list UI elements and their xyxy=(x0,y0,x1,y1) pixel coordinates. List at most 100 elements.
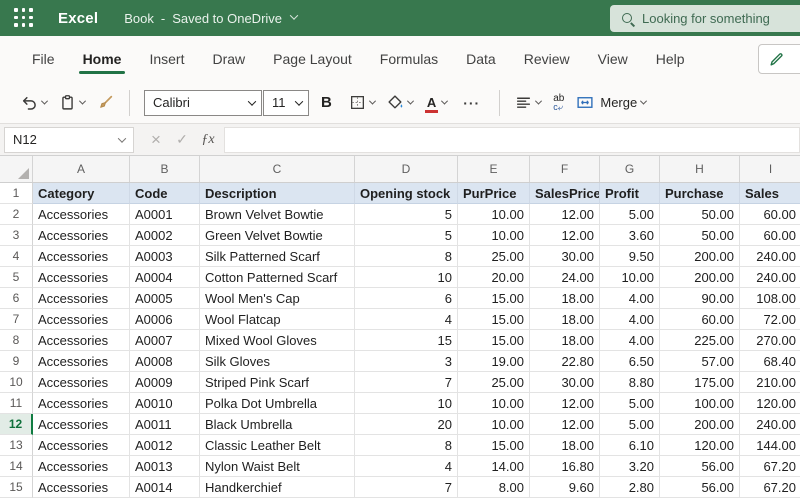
bold-button[interactable]: B xyxy=(311,90,342,115)
tab-help[interactable]: Help xyxy=(642,41,699,77)
cell[interactable]: 240.00 xyxy=(740,414,800,435)
column-header-E[interactable]: E xyxy=(458,156,530,182)
cell[interactable]: 5.00 xyxy=(600,204,660,225)
tab-home[interactable]: Home xyxy=(69,41,136,77)
cell[interactable]: 270.00 xyxy=(740,330,800,351)
cell[interactable]: 19.00 xyxy=(458,351,530,372)
cell[interactable]: 15.00 xyxy=(458,288,530,309)
cell[interactable]: 90.00 xyxy=(660,288,740,309)
cell[interactable]: A0003 xyxy=(130,246,200,267)
cell[interactable]: 5 xyxy=(355,204,458,225)
row-header-14[interactable]: 14 xyxy=(0,456,33,477)
cell[interactable]: A0001 xyxy=(130,204,200,225)
row-header-15[interactable]: 15 xyxy=(0,477,33,498)
cell[interactable]: 240.00 xyxy=(740,246,800,267)
function-icon[interactable]: ƒx xyxy=(196,132,220,148)
cell[interactable]: 22.80 xyxy=(530,351,600,372)
cell[interactable]: 12.00 xyxy=(530,204,600,225)
cell[interactable]: 18.00 xyxy=(530,435,600,456)
cell[interactable]: 120.00 xyxy=(740,393,800,414)
column-header-F[interactable]: F xyxy=(530,156,600,182)
cell[interactable]: A0010 xyxy=(130,393,200,414)
cell[interactable]: PurPrice xyxy=(458,183,530,204)
row-header-11[interactable]: 11 xyxy=(0,393,33,414)
format-painter-button[interactable] xyxy=(92,89,119,116)
cell[interactable]: 24.00 xyxy=(530,267,600,288)
cell[interactable]: 14.00 xyxy=(458,456,530,477)
cell[interactable]: 10 xyxy=(355,393,458,414)
cell[interactable]: Opening stock xyxy=(355,183,458,204)
confirm-icon[interactable]: ✓ xyxy=(170,131,194,148)
cell[interactable]: A0012 xyxy=(130,435,200,456)
column-header-C[interactable]: C xyxy=(200,156,355,182)
cell[interactable]: Accessories xyxy=(33,288,130,309)
cell[interactable]: 25.00 xyxy=(458,372,530,393)
font-color-button[interactable]: A xyxy=(420,90,452,115)
cell[interactable]: Accessories xyxy=(33,225,130,246)
cell[interactable]: 5.00 xyxy=(600,414,660,435)
cell[interactable]: A0006 xyxy=(130,309,200,330)
cell[interactable]: Accessories xyxy=(33,393,130,414)
cell[interactable]: Accessories xyxy=(33,309,130,330)
cell[interactable]: 5 xyxy=(355,225,458,246)
cell[interactable]: 18.00 xyxy=(530,288,600,309)
column-header-B[interactable]: B xyxy=(130,156,200,182)
cell[interactable]: Accessories xyxy=(33,330,130,351)
cell[interactable]: 72.00 xyxy=(740,309,800,330)
cell[interactable]: SalesPrice xyxy=(530,183,600,204)
row-header-8[interactable]: 8 xyxy=(0,330,33,351)
cell[interactable]: 3.20 xyxy=(600,456,660,477)
column-header-I[interactable]: I xyxy=(740,156,800,182)
cell[interactable]: 15.00 xyxy=(458,309,530,330)
row-header-7[interactable]: 7 xyxy=(0,309,33,330)
cell[interactable]: 108.00 xyxy=(740,288,800,309)
cell[interactable]: 67.20 xyxy=(740,456,800,477)
tab-view[interactable]: View xyxy=(584,41,642,77)
borders-button[interactable] xyxy=(344,89,380,116)
cell[interactable]: 10.00 xyxy=(458,204,530,225)
cell[interactable]: 56.00 xyxy=(660,456,740,477)
app-launcher-icon[interactable] xyxy=(14,8,34,28)
cell[interactable]: 12.00 xyxy=(530,225,600,246)
cell[interactable]: 57.00 xyxy=(660,351,740,372)
merge-button[interactable]: Merge xyxy=(571,89,651,116)
cell[interactable]: 60.00 xyxy=(660,309,740,330)
cell[interactable]: 4 xyxy=(355,456,458,477)
cell[interactable]: Code xyxy=(130,183,200,204)
cell[interactable]: Accessories xyxy=(33,477,130,498)
cell[interactable]: Handkerchief xyxy=(200,477,355,498)
cell[interactable]: Silk Gloves xyxy=(200,351,355,372)
cell[interactable]: 10.00 xyxy=(458,414,530,435)
cell[interactable]: Black Umbrella xyxy=(200,414,355,435)
cell[interactable]: Accessories xyxy=(33,351,130,372)
tab-page-layout[interactable]: Page Layout xyxy=(259,41,366,77)
cell[interactable]: 200.00 xyxy=(660,267,740,288)
cell[interactable]: A0005 xyxy=(130,288,200,309)
cell[interactable]: 8.80 xyxy=(600,372,660,393)
font-size-dropdown[interactable]: 11 xyxy=(263,89,309,116)
cell[interactable]: Accessories xyxy=(33,414,130,435)
cell[interactable]: 60.00 xyxy=(740,204,800,225)
row-header-2[interactable]: 2 xyxy=(0,204,33,225)
cell[interactable]: 68.40 xyxy=(740,351,800,372)
search-input[interactable] xyxy=(642,11,792,26)
more-formatting-button[interactable]: ··· xyxy=(454,90,489,116)
column-header-H[interactable]: H xyxy=(660,156,740,182)
cell[interactable]: Cotton Patterned Scarf xyxy=(200,267,355,288)
row-header-9[interactable]: 9 xyxy=(0,351,33,372)
cell[interactable]: 25.00 xyxy=(458,246,530,267)
cell[interactable]: Accessories xyxy=(33,204,130,225)
cell[interactable]: 144.00 xyxy=(740,435,800,456)
row-header-4[interactable]: 4 xyxy=(0,246,33,267)
cell[interactable]: Polka Dot Umbrella xyxy=(200,393,355,414)
column-header-A[interactable]: A xyxy=(33,156,130,182)
alignment-button[interactable] xyxy=(510,89,546,116)
cell[interactable]: 30.00 xyxy=(530,246,600,267)
cell[interactable]: 175.00 xyxy=(660,372,740,393)
cell[interactable]: Green Velvet Bowtie xyxy=(200,225,355,246)
cell[interactable]: Classic Leather Belt xyxy=(200,435,355,456)
cell[interactable]: 56.00 xyxy=(660,477,740,498)
cell[interactable]: 100.00 xyxy=(660,393,740,414)
cell[interactable]: Accessories xyxy=(33,372,130,393)
cell[interactable]: Wool Flatcap xyxy=(200,309,355,330)
